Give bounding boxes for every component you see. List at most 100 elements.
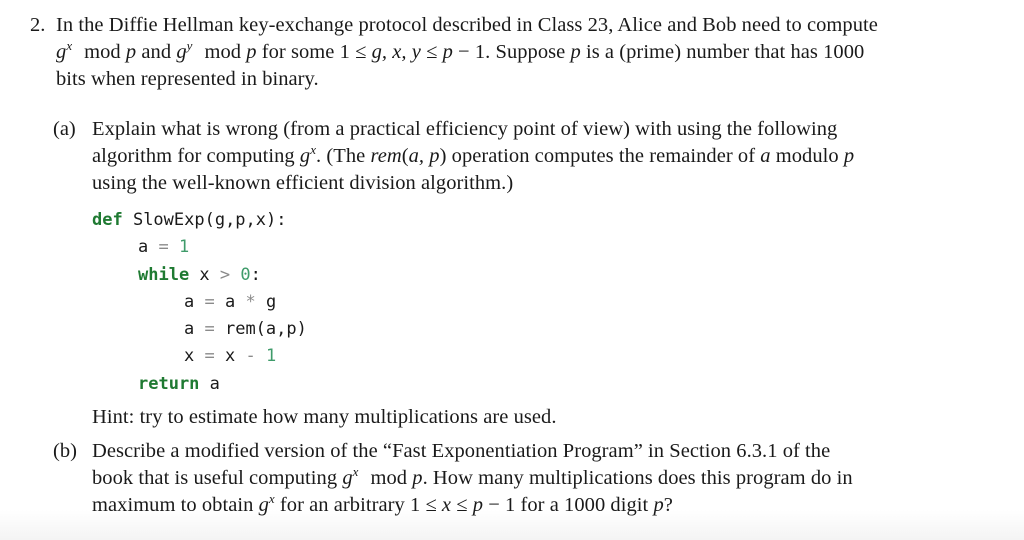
text-segment: is a (prime) number that has 1000 — [580, 41, 865, 63]
math-expression: p — [472, 494, 484, 516]
math-expression: − 1 — [452, 41, 486, 63]
text-segment: . How many multiplications does this pro… — [422, 467, 853, 489]
hint-text: Hint: try to estimate how many multiplic… — [92, 406, 557, 428]
text-segment: using the well-known efficient division … — [92, 172, 514, 194]
text-segment: . Suppose — [485, 41, 571, 63]
math-superscript: y — [186, 38, 193, 53]
math-expression: p — [412, 467, 423, 489]
code-line: return a — [92, 371, 307, 398]
code-keyword: return — [138, 373, 200, 394]
math-expression: p — [125, 41, 137, 63]
code-line: a = rem(a,p) — [92, 316, 307, 343]
math-expression: rem — [370, 145, 402, 167]
math-expression: g, x, y — [371, 41, 421, 63]
text-segment: In the Diffie Hellman key-exchange proto… — [56, 14, 878, 36]
math-expression: 1 ≤ — [409, 494, 442, 516]
code-token: rem(a,p) — [214, 319, 307, 340]
question-intro: In the Diffie Hellman key-exchange proto… — [56, 12, 878, 93]
code-token: a — [138, 237, 159, 258]
math-expression: mod — [84, 41, 126, 63]
text-segment: operation computes the remainder of — [446, 145, 761, 167]
text-segment: modulo — [770, 145, 844, 167]
text-segment: for a 1000 digit — [515, 494, 654, 516]
code-operator: = — [158, 237, 169, 258]
text-line: using the well-known efficient division … — [92, 170, 854, 197]
math-expression: p — [246, 41, 257, 63]
math-expression: g — [299, 145, 311, 167]
math-expression: a, p — [408, 145, 440, 167]
text-segment: Describe a modified version of the “Fast… — [92, 440, 831, 462]
text-line: bits when represented in binary. — [56, 66, 878, 93]
math-expression: 1 ≤ — [339, 41, 372, 63]
math-expression: g — [258, 494, 269, 516]
code-token: x — [189, 264, 220, 285]
text-segment: for some — [256, 41, 340, 63]
text-segment: maximum to obtain — [92, 494, 259, 516]
math-expression: mod — [370, 467, 413, 489]
part-b-label: (b) — [53, 440, 77, 462]
text-segment: and — [136, 41, 177, 63]
text-segment: book that is useful computing — [92, 467, 343, 489]
code-line: a = 1 — [92, 234, 307, 261]
math-superscript: x — [66, 38, 73, 53]
code-token: a — [214, 291, 246, 312]
text-segment: ? — [663, 494, 673, 516]
text-line: In the Diffie Hellman key-exchange proto… — [56, 12, 878, 39]
math-expression: − 1 — [483, 494, 516, 516]
math-superscript: x — [352, 464, 359, 479]
text-line: Explain what is wrong (from a practical … — [92, 116, 854, 143]
math-expression: g — [342, 467, 353, 489]
code-token: a — [184, 319, 205, 340]
code-number: 1 — [178, 237, 190, 258]
question-number: 2. — [30, 14, 46, 36]
text-line: maximum to obtain g x for an arbitrary 1 … — [92, 492, 853, 519]
math-expression: x — [441, 494, 452, 516]
code-number: 0 — [240, 264, 251, 285]
code-token: a — [199, 373, 220, 394]
math-expression: ≤ — [451, 494, 473, 516]
math-expression: ( — [401, 145, 409, 167]
code-line: while x > 0: — [92, 262, 307, 289]
text-line: gx mod p and gy mod p for some 1 ≤ g, x, y… — [56, 39, 878, 66]
text-segment: Explain what is wrong (from a practical … — [92, 118, 838, 140]
text-line: algorithm for computing gx. (The rem(a, … — [92, 143, 854, 170]
part-a-text: Explain what is wrong (from a practical … — [92, 116, 854, 197]
code-operator: * — [245, 291, 256, 312]
question-document: 2. In the Diffie Hellman key-exchange pr… — [0, 0, 1024, 540]
code-operator: - — [245, 346, 256, 367]
code-operator: > — [219, 264, 231, 285]
math-expression: ≤ — [420, 41, 443, 63]
code-operator: = — [204, 291, 215, 312]
math-expression: p — [442, 41, 453, 63]
math-expression: g — [176, 41, 187, 63]
text-segment: bits when represented in binary. — [56, 68, 319, 90]
code-operator: = — [204, 319, 215, 340]
code-number: 1 — [265, 346, 277, 367]
text-line: book that is useful computing gx mod p. H… — [92, 465, 853, 492]
math-expression: g — [56, 41, 67, 63]
code-token: a — [184, 291, 205, 312]
code-keyword: def — [92, 210, 123, 230]
code-line: a = a * g — [92, 289, 307, 316]
code-block-slowexp: def SlowExp(g,p,x): a = 1 while x > 0: a = … — [92, 207, 307, 398]
code-line: x = x - 1 — [92, 343, 307, 370]
math-expression: p — [570, 41, 581, 63]
part-a-label: (a) — [53, 118, 76, 140]
math-expression: a — [760, 145, 771, 167]
code-token: x — [184, 346, 205, 367]
code-token: : — [250, 264, 261, 285]
text-segment: for an arbitrary — [274, 494, 410, 516]
code-line: def SlowExp(g,p,x): — [92, 207, 307, 234]
text-segment: . (The — [316, 145, 371, 167]
math-expression: mod — [204, 41, 247, 63]
part-b-text: Describe a modified version of the “Fast… — [92, 438, 853, 519]
code-operator: = — [204, 346, 215, 367]
code-token: SlowExp(g,p,x): — [122, 210, 287, 230]
code-token: x — [214, 346, 246, 367]
math-expression: p — [653, 494, 664, 516]
math-expression: p — [843, 145, 855, 167]
code-keyword: while — [138, 264, 190, 285]
